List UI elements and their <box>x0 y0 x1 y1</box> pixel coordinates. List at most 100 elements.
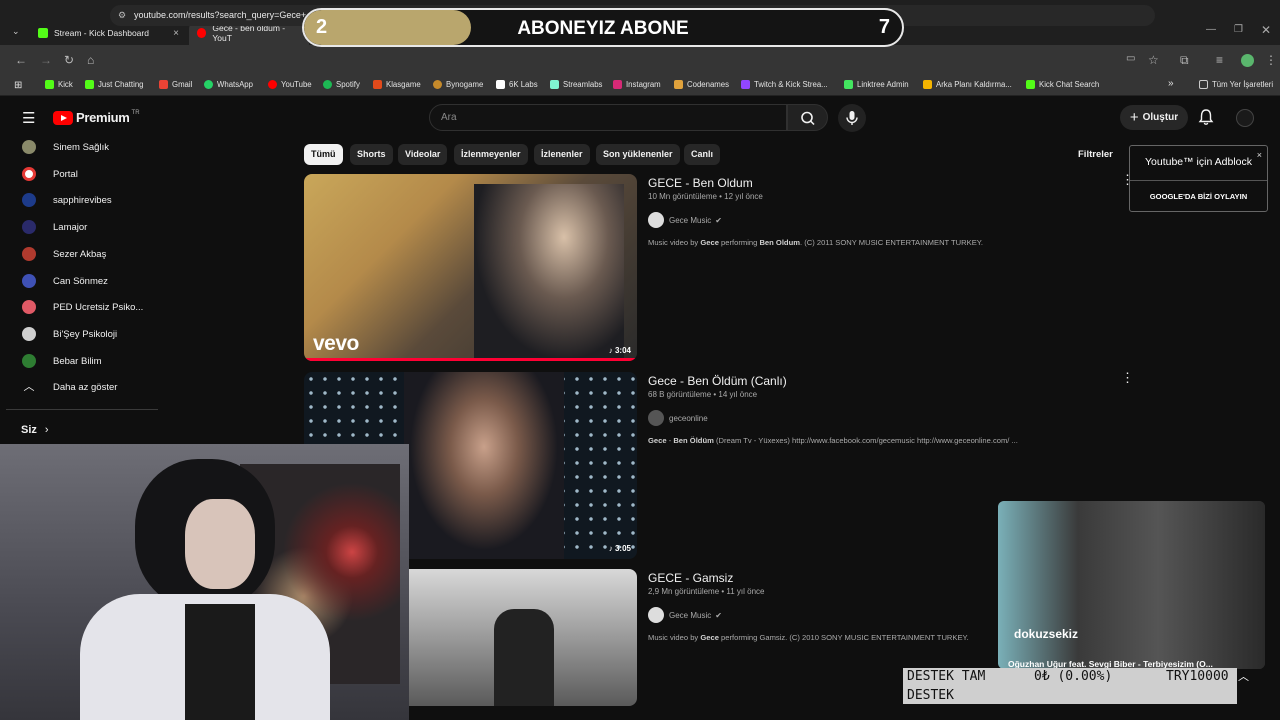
donation-target: TRY10000 <box>1166 669 1229 684</box>
avatar <box>22 167 36 181</box>
sidebar-you-section[interactable]: Siz › <box>21 424 49 436</box>
bookmark-instagram[interactable]: Instagram <box>613 80 661 89</box>
reload-icon[interactable]: ↻ <box>64 53 74 67</box>
watch-progress-bar <box>304 358 637 361</box>
avatar <box>22 140 36 154</box>
goal-target: 7 <box>878 16 890 38</box>
bookmark-whatsapp[interactable]: WhatsApp <box>204 80 253 89</box>
extensions-icon[interactable]: ⧉ <box>1180 53 1189 68</box>
hamburger-menu-icon[interactable]: ☰ <box>22 109 35 127</box>
all-bookmarks[interactable]: Tüm Yer İşaretleri <box>1199 80 1273 89</box>
sidebar-item-subscription[interactable]: Lamajor <box>22 220 87 234</box>
chip-unwatched[interactable]: İzlenmeyenler <box>454 144 528 165</box>
bookmark-star-icon[interactable]: ☆ <box>1148 53 1159 67</box>
channel-link[interactable]: Gece Music ✔ <box>648 607 722 623</box>
account-avatar[interactable] <box>1236 109 1254 127</box>
video-meta: 10 Mn görüntüleme • 12 yıl önce <box>648 192 763 201</box>
menu-dots-icon[interactable]: ⋮ <box>1265 53 1277 67</box>
folder-icon <box>1199 80 1208 89</box>
tab-search-icon[interactable]: ⌄ <box>12 26 20 37</box>
chevron-right-icon: › <box>44 424 49 436</box>
thumbnail-image <box>494 609 554 706</box>
install-app-icon[interactable]: ▭ <box>1126 53 1135 64</box>
bookmark-just-chatting[interactable]: Just Chatting <box>85 80 144 89</box>
bookmark-twitch-kick[interactable]: Twitch & Kick Strea... <box>741 80 828 89</box>
bookmark-linktree[interactable]: Linktree Admin <box>844 80 909 89</box>
voice-search-button[interactable] <box>838 104 866 132</box>
microphone-icon <box>846 111 858 125</box>
media-icon[interactable]: ≡ <box>1216 53 1223 67</box>
gmail-icon <box>159 80 168 89</box>
sidebar-item-subscription[interactable]: Bi'Şey Psikoloji <box>22 327 117 341</box>
close-window-icon[interactable]: ✕ <box>1261 23 1271 37</box>
avatar <box>22 193 36 207</box>
sidebar-item-subscription[interactable]: Bebar Bilim <box>22 354 102 368</box>
sidebar-item-subscription[interactable]: PED Ucretsiz Psiko... <box>22 300 143 314</box>
create-button[interactable]: + Oluştur <box>1120 105 1188 130</box>
minimize-icon[interactable]: — <box>1206 24 1216 35</box>
bookmark-spotify[interactable]: Spotify <box>323 80 360 89</box>
bookmark-klasgame[interactable]: Klasgame <box>373 80 421 89</box>
donation-amount: 0₺ (0.00%) <box>1034 669 1113 684</box>
bookmark-6k-labs[interactable]: 6K Labs <box>496 80 538 89</box>
apps-icon[interactable]: ⊞ <box>14 80 22 91</box>
logo-text: Premium <box>76 110 130 125</box>
remove-bg-icon <box>923 80 932 89</box>
channel-link[interactable]: Gece Music ✔ <box>648 212 722 228</box>
plus-icon: + <box>1129 109 1139 126</box>
vote-button[interactable]: GOOGLE'DA BİZİ OYLAYIN <box>1130 192 1267 201</box>
chip-videos[interactable]: Videolar <box>398 144 448 165</box>
sidebar-item-subscription[interactable]: Portal <box>22 167 78 181</box>
sidebar-show-less[interactable]: ︿ Daha az göster <box>22 380 118 394</box>
chevron-up-icon[interactable]: ︿ <box>1238 668 1249 684</box>
avatar <box>22 247 36 261</box>
filters-button[interactable]: Filtreler <box>1078 149 1113 160</box>
avatar <box>22 274 36 288</box>
sidebar-item-subscription[interactable]: sapphirevibes <box>22 193 112 207</box>
chip-live[interactable]: Canlı <box>684 144 721 165</box>
bookmark-kick-chat-search[interactable]: Kick Chat Search <box>1026 80 1099 89</box>
chip-watched[interactable]: İzlenenler <box>534 144 590 165</box>
bookmark-gmail[interactable]: Gmail <box>159 80 192 89</box>
bookmark-youtube[interactable]: YouTube <box>268 80 312 89</box>
dokuzsekiz-logo: dokuzsekiz <box>1014 627 1079 641</box>
more-actions-icon[interactable]: ⋮ <box>1121 370 1134 386</box>
chip-all[interactable]: Tümü <box>304 144 343 165</box>
close-icon[interactable]: × <box>1257 150 1262 160</box>
sidebar-item-subscription[interactable]: Can Sönmez <box>22 274 108 288</box>
youtube-premium-logo[interactable]: Premium TR <box>53 110 140 125</box>
bookmark-kick[interactable]: Kick <box>45 80 73 89</box>
site-info-icon[interactable]: ⚙ <box>118 5 126 26</box>
chip-recently-uploaded[interactable]: Son yüklenenler <box>596 144 680 165</box>
channel-avatar <box>648 410 664 426</box>
search-button[interactable] <box>787 104 828 131</box>
profile-avatar-icon[interactable] <box>1241 54 1254 67</box>
video-title[interactable]: GECE - Gamsiz <box>648 571 733 585</box>
instagram-icon <box>613 80 622 89</box>
video-title[interactable]: Gece - Ben Öldüm (Canlı) <box>648 374 787 388</box>
video-thumbnail[interactable]: vevo ♪ 3:04 <box>304 174 637 361</box>
channel-link[interactable]: geceonline <box>648 410 708 426</box>
streamlabs-icon <box>550 80 559 89</box>
sidebar-item-subscription[interactable]: Sinem Sağlık <box>22 140 109 154</box>
sidebar-item-subscription[interactable]: Sezer Akbaş <box>22 247 106 261</box>
video-description: Music video by Gece performing Ben Oldum… <box>648 238 983 247</box>
klasgame-icon <box>373 80 382 89</box>
forward-icon[interactable]: → <box>40 53 52 67</box>
video-title[interactable]: GECE - Ben Oldum <box>648 176 753 190</box>
notifications-button[interactable] <box>1197 108 1215 131</box>
search-input[interactable]: Ara <box>429 104 787 131</box>
bookmark-streamlabs[interactable]: Streamlabs <box>550 80 602 89</box>
back-icon[interactable]: ← <box>15 53 27 67</box>
kick-icon <box>1026 80 1035 89</box>
chip-shorts[interactable]: Shorts <box>350 144 393 165</box>
home-icon[interactable]: ⌂ <box>87 53 94 67</box>
browser-toolbar <box>0 45 1280 75</box>
bookmark-codenames[interactable]: Codenames <box>674 80 729 89</box>
tab-close-icon[interactable]: × <box>173 28 179 39</box>
bookmark-bynogame[interactable]: Bynogame <box>433 80 483 89</box>
more-bookmarks-icon[interactable]: » <box>1168 78 1174 89</box>
bookmark-remove-bg[interactable]: Arka Planı Kaldırma... <box>923 80 1012 89</box>
divider <box>1130 180 1267 181</box>
maximize-icon[interactable]: ❐ <box>1234 24 1243 35</box>
